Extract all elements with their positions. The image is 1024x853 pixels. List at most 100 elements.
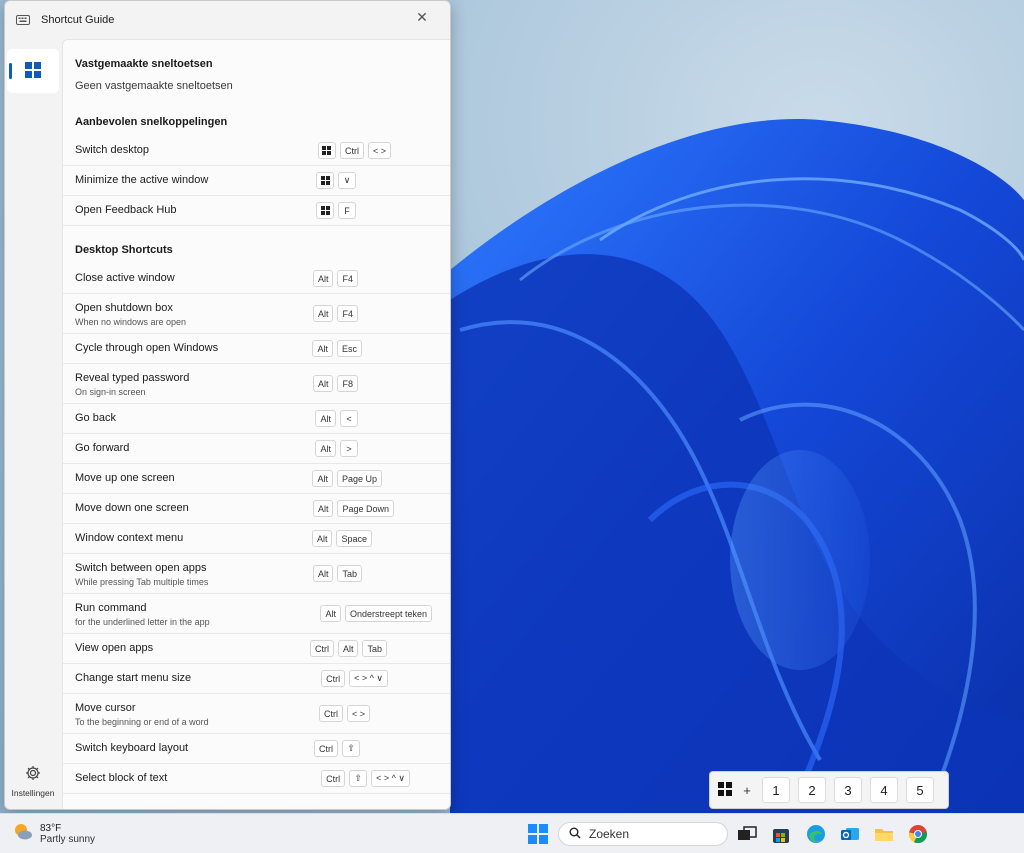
file-explorer-icon[interactable] bbox=[873, 823, 895, 845]
recommended-title: Aanbevolen snelkoppelingen bbox=[75, 116, 228, 128]
desktop-number-3[interactable]: 3 bbox=[834, 777, 862, 803]
virtual-desktop-switcher: + 1 2 3 4 5 bbox=[709, 771, 949, 809]
shortcut-row[interactable]: Change start menu size Ctrl < > ^ ∨ bbox=[63, 664, 450, 694]
key: Alt bbox=[315, 440, 336, 457]
taskbar: 83°F Partly sunny Zoeken bbox=[0, 813, 1024, 853]
settings-label: Instellingen bbox=[11, 788, 55, 798]
shortcut-name: Open shutdown box bbox=[75, 302, 173, 314]
shortcut-row[interactable]: Switch desktop Ctrl < > bbox=[63, 136, 450, 166]
shortcut-name: Switch desktop bbox=[75, 144, 149, 156]
shortcut-row[interactable]: Open Feedback Hub F bbox=[63, 196, 450, 226]
shortcut-row[interactable]: Close active window Alt F4 bbox=[63, 264, 450, 294]
key: Ctrl bbox=[309, 640, 334, 657]
shortcut-row[interactable]: Window context menu Alt Space bbox=[63, 524, 450, 554]
shortcut-row[interactable]: Switch keyboard layout Ctrl ⇧ bbox=[63, 734, 450, 764]
key: > bbox=[340, 440, 358, 457]
shortcut-description: for the underlined letter in the app bbox=[75, 617, 210, 627]
shortcut-row[interactable]: Open shutdown box When no windows are op… bbox=[63, 294, 450, 334]
shortcut-name: Switch keyboard layout bbox=[75, 742, 189, 754]
shortcut-row[interactable]: Run command for the underlined letter in… bbox=[63, 594, 450, 634]
shortcut-row[interactable]: Go forward Alt > bbox=[63, 434, 450, 464]
weather-condition: Partly sunny bbox=[40, 833, 96, 845]
sidebar: Instellingen bbox=[5, 39, 61, 809]
shortcut-row[interactable]: Reveal typed password On sign-in screen … bbox=[63, 364, 450, 404]
key: Ctrl bbox=[321, 770, 346, 787]
key: Alt bbox=[312, 565, 334, 582]
key: Alt bbox=[312, 305, 334, 322]
shortcut-guide-window: Shortcut Guide ✕ Instellingen Vastgemaak… bbox=[4, 0, 451, 810]
chrome-icon[interactable] bbox=[907, 823, 929, 845]
shortcut-row[interactable]: Move cursor To the beginning or end of a… bbox=[63, 694, 450, 734]
key: Ctrl bbox=[314, 740, 338, 757]
key: Alt bbox=[312, 375, 334, 392]
key: Alt bbox=[312, 340, 333, 357]
selection-indicator bbox=[9, 63, 12, 79]
desktop-shortcuts-title: Desktop Shortcuts bbox=[75, 244, 173, 256]
shortcut-name: Run command bbox=[75, 602, 147, 614]
key: F4 bbox=[337, 270, 358, 287]
desktop-number-2[interactable]: 2 bbox=[798, 777, 826, 803]
nav-item-windows[interactable] bbox=[7, 49, 59, 93]
key: < > bbox=[346, 705, 370, 722]
key: Alt bbox=[337, 640, 359, 657]
key: Page Down bbox=[337, 500, 394, 517]
plus-sign: + bbox=[743, 782, 751, 798]
key: Ctrl bbox=[321, 670, 346, 687]
shortcut-name: Go back bbox=[75, 412, 116, 424]
gear-icon bbox=[25, 766, 41, 784]
start-button[interactable] bbox=[528, 824, 548, 847]
windows-key-icon bbox=[718, 781, 732, 799]
shortcut-name: Change start menu size bbox=[75, 672, 192, 684]
shortcut-name: Go forward bbox=[75, 442, 130, 454]
key: F4 bbox=[337, 305, 358, 322]
taskbar-search[interactable]: Zoeken bbox=[558, 822, 728, 846]
shortcut-name: Move down one screen bbox=[75, 502, 189, 514]
key: ∨ bbox=[338, 172, 356, 189]
microsoft-store-icon[interactable] bbox=[770, 823, 792, 845]
shortcut-list: Vastgemaakte sneltoetsen Geen vastgemaak… bbox=[62, 39, 450, 809]
outlook-icon[interactable] bbox=[839, 823, 861, 845]
edge-browser-icon[interactable] bbox=[805, 823, 827, 845]
key: Alt bbox=[315, 410, 336, 427]
key: < > ^ ∨ bbox=[371, 770, 410, 787]
desktop-number-4[interactable]: 4 bbox=[870, 777, 898, 803]
key: Tab bbox=[337, 565, 362, 582]
partly-sunny-icon bbox=[12, 821, 34, 846]
shortcut-name: Reveal typed password bbox=[75, 372, 190, 384]
task-view-icon[interactable] bbox=[736, 823, 758, 845]
shortcut-name: Close active window bbox=[75, 272, 175, 284]
desktop-number-5[interactable]: 5 bbox=[906, 777, 934, 803]
key: Ctrl bbox=[318, 705, 343, 722]
search-placeholder: Zoeken bbox=[589, 827, 630, 841]
pinned-title: Vastgemaakte sneltoetsen bbox=[75, 58, 213, 70]
windows-icon bbox=[322, 146, 332, 155]
shortcut-row[interactable]: View open apps Ctrl Alt Tab bbox=[63, 634, 450, 664]
key: Alt bbox=[312, 500, 334, 517]
shortcut-description: While pressing Tab multiple times bbox=[75, 577, 209, 587]
shortcut-name: Move up one screen bbox=[75, 472, 175, 484]
shortcut-guide-app-icon bbox=[15, 12, 31, 28]
shortcut-row[interactable]: Minimize the active window ∨ bbox=[63, 166, 450, 196]
close-button[interactable]: ✕ bbox=[402, 5, 442, 29]
window-title: Shortcut Guide bbox=[41, 14, 115, 26]
shortcut-row[interactable]: Move up one screen Alt Page Up bbox=[63, 464, 450, 494]
windows-icon bbox=[320, 176, 330, 185]
windows-key bbox=[316, 202, 334, 219]
shortcut-name: Move cursor bbox=[75, 702, 136, 714]
desktop-number-1[interactable]: 1 bbox=[762, 777, 790, 803]
weather-widget[interactable]: 83°F Partly sunny bbox=[12, 821, 95, 846]
windows-key bbox=[317, 142, 336, 159]
windows-icon bbox=[25, 61, 41, 81]
temperature: 83°F bbox=[40, 822, 62, 834]
shortcut-row[interactable]: Move down one screen Alt Page Down bbox=[63, 494, 450, 524]
shortcut-row[interactable]: Select block of text Ctrl ⇧ < > ^ ∨ bbox=[63, 764, 450, 794]
settings-button[interactable]: Instellingen bbox=[5, 765, 61, 798]
shortcut-name: Cycle through open Windows bbox=[75, 342, 219, 354]
shortcut-row[interactable]: Cycle through open Windows Alt Esc bbox=[63, 334, 450, 364]
shortcut-name: Minimize the active window bbox=[75, 174, 209, 186]
shortcut-description: On sign-in screen bbox=[75, 387, 146, 397]
key: ⇧ bbox=[349, 770, 368, 787]
shortcut-row[interactable]: Switch between open apps While pressing … bbox=[63, 554, 450, 594]
shortcut-row[interactable]: Go back Alt < bbox=[63, 404, 450, 434]
shortcut-description: When no windows are open bbox=[75, 317, 187, 327]
